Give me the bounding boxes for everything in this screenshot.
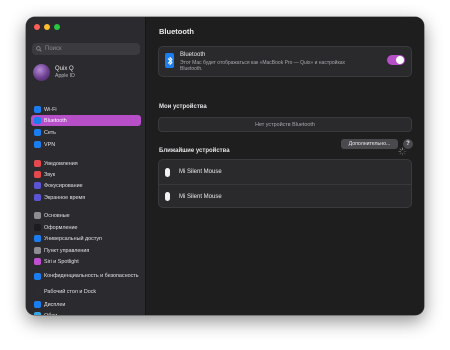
account-subtitle: Apple ID (55, 72, 75, 79)
mouse-icon (165, 192, 170, 201)
sidebar-item-label: Дисплеи (44, 301, 66, 308)
bluetooth-panel: Bluetooth Этот Mac будет отображаться ка… (158, 46, 412, 77)
sidebar-item-label: Основные (44, 212, 70, 219)
appearance-icon (34, 224, 41, 231)
sidebar-item-label: Пункт управления (44, 247, 90, 254)
bell-icon (34, 160, 41, 167)
search-icon (36, 46, 42, 52)
nearby-devices-title: Ближайшие устройства (159, 148, 230, 154)
sidebar-item[interactable]: Обои (31, 310, 141, 315)
device-name: Mi Silent Mouse (179, 169, 222, 175)
sidebar-item[interactable]: Пункт управления (31, 245, 141, 256)
sidebar-item-label: Фокусирование (44, 182, 83, 189)
sidebar-item[interactable]: Дисплеи (31, 299, 141, 310)
sidebar-item-label: Звук (44, 171, 56, 178)
toggle-knob (396, 56, 404, 64)
minimize-button[interactable] (44, 24, 50, 30)
sidebar-item-label: VPN (44, 141, 56, 148)
device-name: Mi Silent Mouse (179, 193, 222, 200)
sidebar-item-label: Siri и Spotlight (44, 258, 79, 265)
sidebar-item[interactable]: Bluetooth (31, 115, 141, 126)
bluetooth-icon (34, 117, 41, 124)
gear-icon (34, 212, 41, 219)
sidebar-item[interactable]: Звук (31, 169, 141, 180)
sidebar-item[interactable]: Сеть (31, 127, 141, 138)
sidebar-item[interactable]: Siri и Spotlight (31, 256, 141, 267)
sidebar-item[interactable]: Фокусирование (31, 180, 141, 191)
sidebar-item-label: Wi-Fi (44, 106, 57, 113)
bluetooth-label: Bluetooth (180, 52, 206, 58)
wifi-icon (34, 106, 41, 113)
siri-icon (34, 258, 41, 265)
list-item[interactable]: Mi Silent Mouse (159, 184, 411, 208)
control-center-icon (34, 247, 41, 254)
dock-icon (34, 288, 41, 295)
avatar (33, 64, 50, 81)
search-placeholder: Поиск (45, 46, 62, 52)
spinner-icon (398, 147, 407, 156)
advanced-button[interactable]: Дополнительно... (341, 139, 398, 149)
sidebar-item-label: Конфиденциальность и безопасность (44, 273, 139, 279)
sidebar-item-label: Универсальный доступ (44, 235, 102, 242)
mouse-icon (165, 167, 170, 177)
close-button[interactable] (34, 24, 40, 30)
display-icon (34, 301, 41, 308)
sidebar-item-label: Уведомления (44, 160, 78, 167)
sidebar-item[interactable]: Wi-Fi (31, 104, 141, 115)
bluetooth-description: Этот Mac будет отображаться как «MacBook… (180, 60, 346, 72)
sidebar-item[interactable]: Рабочий стол и Dock (31, 286, 141, 297)
moon-icon (34, 182, 41, 189)
wallpaper-icon (34, 312, 41, 315)
sidebar-item[interactable]: Универсальный доступ (31, 233, 141, 244)
page-title: Bluetooth (159, 27, 194, 36)
hand-icon (34, 272, 41, 280)
bluetooth-toggle[interactable] (387, 55, 405, 65)
my-devices-title: Мои устройства (159, 104, 207, 110)
search-input[interactable]: Поиск (32, 43, 140, 55)
hourglass-icon (34, 194, 41, 201)
my-devices-empty: Нет устройств Bluetooth (158, 117, 412, 132)
main-pane: Bluetooth Bluetooth Этот Mac будет отобр… (146, 17, 424, 315)
bluetooth-icon (165, 53, 174, 68)
sidebar-item-label: Экранное время (44, 194, 86, 201)
account-name: Quix Q (55, 65, 74, 72)
sidebar: Поиск Quix Q Apple ID Wi-Fi Bluetooth Сеть… (26, 17, 146, 315)
sidebar-item[interactable]: Экранное время (31, 192, 141, 203)
sidebar-item-label: Оформление (44, 224, 78, 231)
sidebar-item-label: Рабочий стол и Dock (44, 288, 97, 295)
sidebar-item[interactable]: Конфиденциальность и безопасность (31, 268, 141, 284)
vpn-icon (34, 141, 41, 148)
window-controls (34, 24, 60, 30)
sidebar-item[interactable]: VPN (31, 139, 141, 150)
sidebar-item-label: Bluetooth (44, 117, 67, 124)
list-item[interactable]: Mi Silent Mouse (159, 160, 411, 184)
zoom-button[interactable] (54, 24, 60, 30)
sidebar-item[interactable]: Уведомления (31, 158, 141, 169)
globe-icon (34, 129, 41, 136)
sidebar-item[interactable]: Основные (31, 210, 141, 221)
speaker-icon (34, 171, 41, 178)
nearby-devices-list: Mi Silent Mouse Mi Silent Mouse (158, 159, 412, 208)
accessibility-icon (34, 235, 41, 242)
settings-window: Поиск Quix Q Apple ID Wi-Fi Bluetooth Сеть… (26, 17, 424, 315)
sidebar-item[interactable]: Оформление (31, 222, 141, 233)
sidebar-item-label: Сеть (44, 129, 56, 136)
sidebar-item-label: Обои (44, 313, 57, 316)
apple-id-account[interactable]: Quix Q Apple ID (33, 64, 75, 81)
